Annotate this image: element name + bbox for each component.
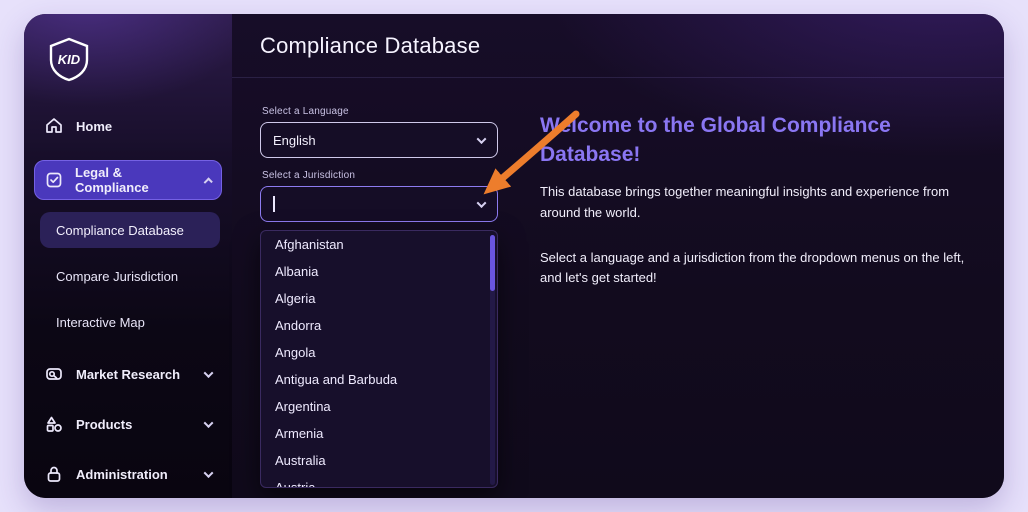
dropdown-option[interactable]: Antigua and Barbuda <box>261 366 497 393</box>
sidebar-item-market-research[interactable]: Market Research <box>34 354 222 394</box>
sidebar-item-home[interactable]: Home <box>34 106 222 146</box>
administration-lock-icon <box>44 464 64 484</box>
chevron-up-icon <box>203 176 213 187</box>
jurisdiction-combobox[interactable] <box>260 186 498 222</box>
sidebar-item-administration[interactable]: Administration <box>34 454 222 494</box>
main-area: Compliance Database Select a Language En… <box>232 14 1004 498</box>
home-icon <box>44 116 64 136</box>
chevron-down-icon <box>203 367 214 378</box>
language-label: Select a Language <box>262 106 349 117</box>
language-value: English <box>273 132 316 148</box>
scrollbar-thumb[interactable] <box>490 235 495 291</box>
dropdown-option[interactable]: Austria <box>261 474 497 488</box>
checklist-icon <box>45 170 63 190</box>
dropdown-option[interactable]: Armenia <box>261 420 497 447</box>
legal-compliance-sublist: Compliance Database Compare Jurisdiction… <box>24 212 232 340</box>
dropdown-option[interactable]: Andorra <box>261 312 497 339</box>
welcome-heading: Welcome to the Global Compliance Databas… <box>540 114 891 166</box>
page-header: Compliance Database <box>232 14 1004 78</box>
sidebar-subitem-label: Compliance Database <box>56 222 184 238</box>
welcome-panel: Welcome to the Global Compliance Databas… <box>540 102 974 488</box>
sidebar-item-label: Market Research <box>76 366 181 382</box>
dropdown-option[interactable]: Australia <box>261 447 497 474</box>
market-research-icon <box>44 364 64 384</box>
dropdown-option[interactable]: Algeria <box>261 285 497 312</box>
sidebar: KID Home Legal & Compliance Compliance D… <box>24 14 232 498</box>
jurisdiction-label: Select a Jurisdiction <box>262 170 356 181</box>
jurisdiction-dropdown-list: Afghanistan Albania Algeria Andorra Ango… <box>260 230 498 488</box>
sidebar-item-legal-compliance[interactable]: Legal & Compliance <box>34 160 222 200</box>
sidebar-item-label: Administration <box>76 466 168 482</box>
chevron-down-icon <box>203 417 214 428</box>
sidebar-subitem-label: Interactive Map <box>56 314 145 330</box>
sidebar-item-label: Products <box>76 416 133 432</box>
chevron-down-icon <box>476 133 487 144</box>
sidebar-item-label: Legal & Compliance <box>75 165 149 195</box>
page-title: Compliance Database <box>260 32 481 58</box>
sidebar-subitem-compare-jurisdiction[interactable]: Compare Jurisdiction <box>40 258 220 294</box>
sidebar-subitem-compliance-database[interactable]: Compliance Database <box>40 212 220 248</box>
sidebar-item-products[interactable]: Products <box>34 404 222 444</box>
dropdown-scrollbar[interactable] <box>490 235 495 485</box>
welcome-paragraph: Select a language and a jurisdiction fro… <box>540 249 965 286</box>
app-window: KID Home Legal & Compliance Compliance D… <box>24 14 1004 498</box>
chevron-down-icon <box>203 467 214 478</box>
products-shapes-icon <box>44 414 64 434</box>
app-logo[interactable]: KID <box>46 36 92 82</box>
sidebar-subitem-label: Compare Jurisdiction <box>56 268 179 284</box>
sidebar-item-label: Home <box>76 118 113 134</box>
dropdown-option[interactable]: Afghanistan <box>261 231 497 258</box>
dropdown-option[interactable]: Argentina <box>261 393 497 420</box>
sidebar-nav: Home Legal & Compliance Compliance Datab… <box>24 92 232 494</box>
dropdown-option[interactable]: Angola <box>261 339 497 366</box>
sidebar-subitem-interactive-map[interactable]: Interactive Map <box>40 304 220 340</box>
logo-text: KID <box>58 52 81 67</box>
dropdown-option[interactable]: Albania <box>261 258 497 285</box>
language-select[interactable]: English <box>260 122 498 158</box>
welcome-paragraph: This database brings together meaningful… <box>540 183 950 220</box>
form-column: Select a Language English Select a Juris… <box>260 102 498 488</box>
chevron-down-icon <box>476 197 487 208</box>
